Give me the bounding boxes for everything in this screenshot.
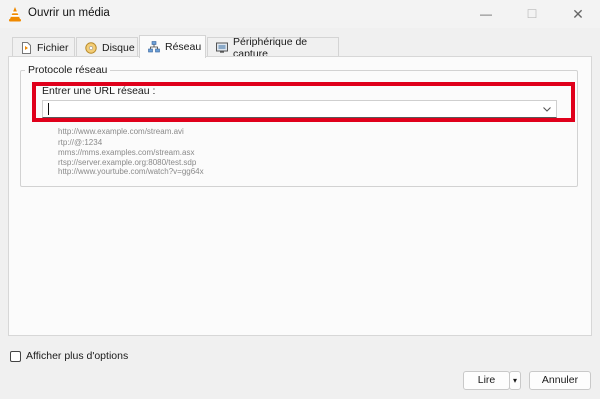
- vlc-cone-icon: [9, 7, 21, 22]
- disc-icon: [85, 41, 97, 54]
- tab-reseau-label: Réseau: [165, 41, 202, 53]
- tab-peripherique-capture[interactable]: Périphérique de capture: [207, 36, 339, 60]
- tab-disque[interactable]: Disque: [76, 37, 138, 57]
- tab-fichier[interactable]: Fichier: [12, 37, 75, 57]
- network-icon: [148, 41, 160, 53]
- text-caret: [48, 103, 49, 115]
- example-url: rtsp://server.example.org:8080/test.sdp: [58, 158, 197, 167]
- chevron-down-icon[interactable]: [540, 101, 554, 117]
- tab-disque-label: Disque: [102, 41, 135, 54]
- network-protocol-group-title: Protocole réseau: [25, 64, 111, 76]
- capture-device-icon: [216, 42, 228, 53]
- tab-fichier-label: Fichier: [37, 41, 69, 54]
- url-label: Entrer une URL réseau :: [42, 85, 156, 97]
- play-dropdown-button[interactable]: ▾: [509, 371, 521, 390]
- more-options-checkbox[interactable]: [10, 351, 21, 362]
- close-button[interactable]: ✕: [556, 0, 600, 28]
- example-url: rtp://@:1234: [58, 138, 103, 147]
- example-url: mms://mms.examples.com/stream.asx: [58, 148, 195, 157]
- cancel-button[interactable]: Annuler: [529, 371, 591, 390]
- window-title: Ouvrir un média: [28, 7, 110, 19]
- file-icon: [22, 41, 31, 54]
- play-button[interactable]: Lire: [463, 371, 510, 390]
- example-url: http://www.yourtube.com/watch?v=gg64x: [58, 167, 204, 176]
- more-options-label[interactable]: Afficher plus d'options: [26, 350, 128, 362]
- tab-reseau[interactable]: Réseau: [139, 35, 206, 58]
- example-url: http://www.example.com/stream.avi: [58, 127, 184, 136]
- maximize-button[interactable]: ☐: [510, 0, 554, 28]
- minimize-button[interactable]: —: [464, 0, 508, 28]
